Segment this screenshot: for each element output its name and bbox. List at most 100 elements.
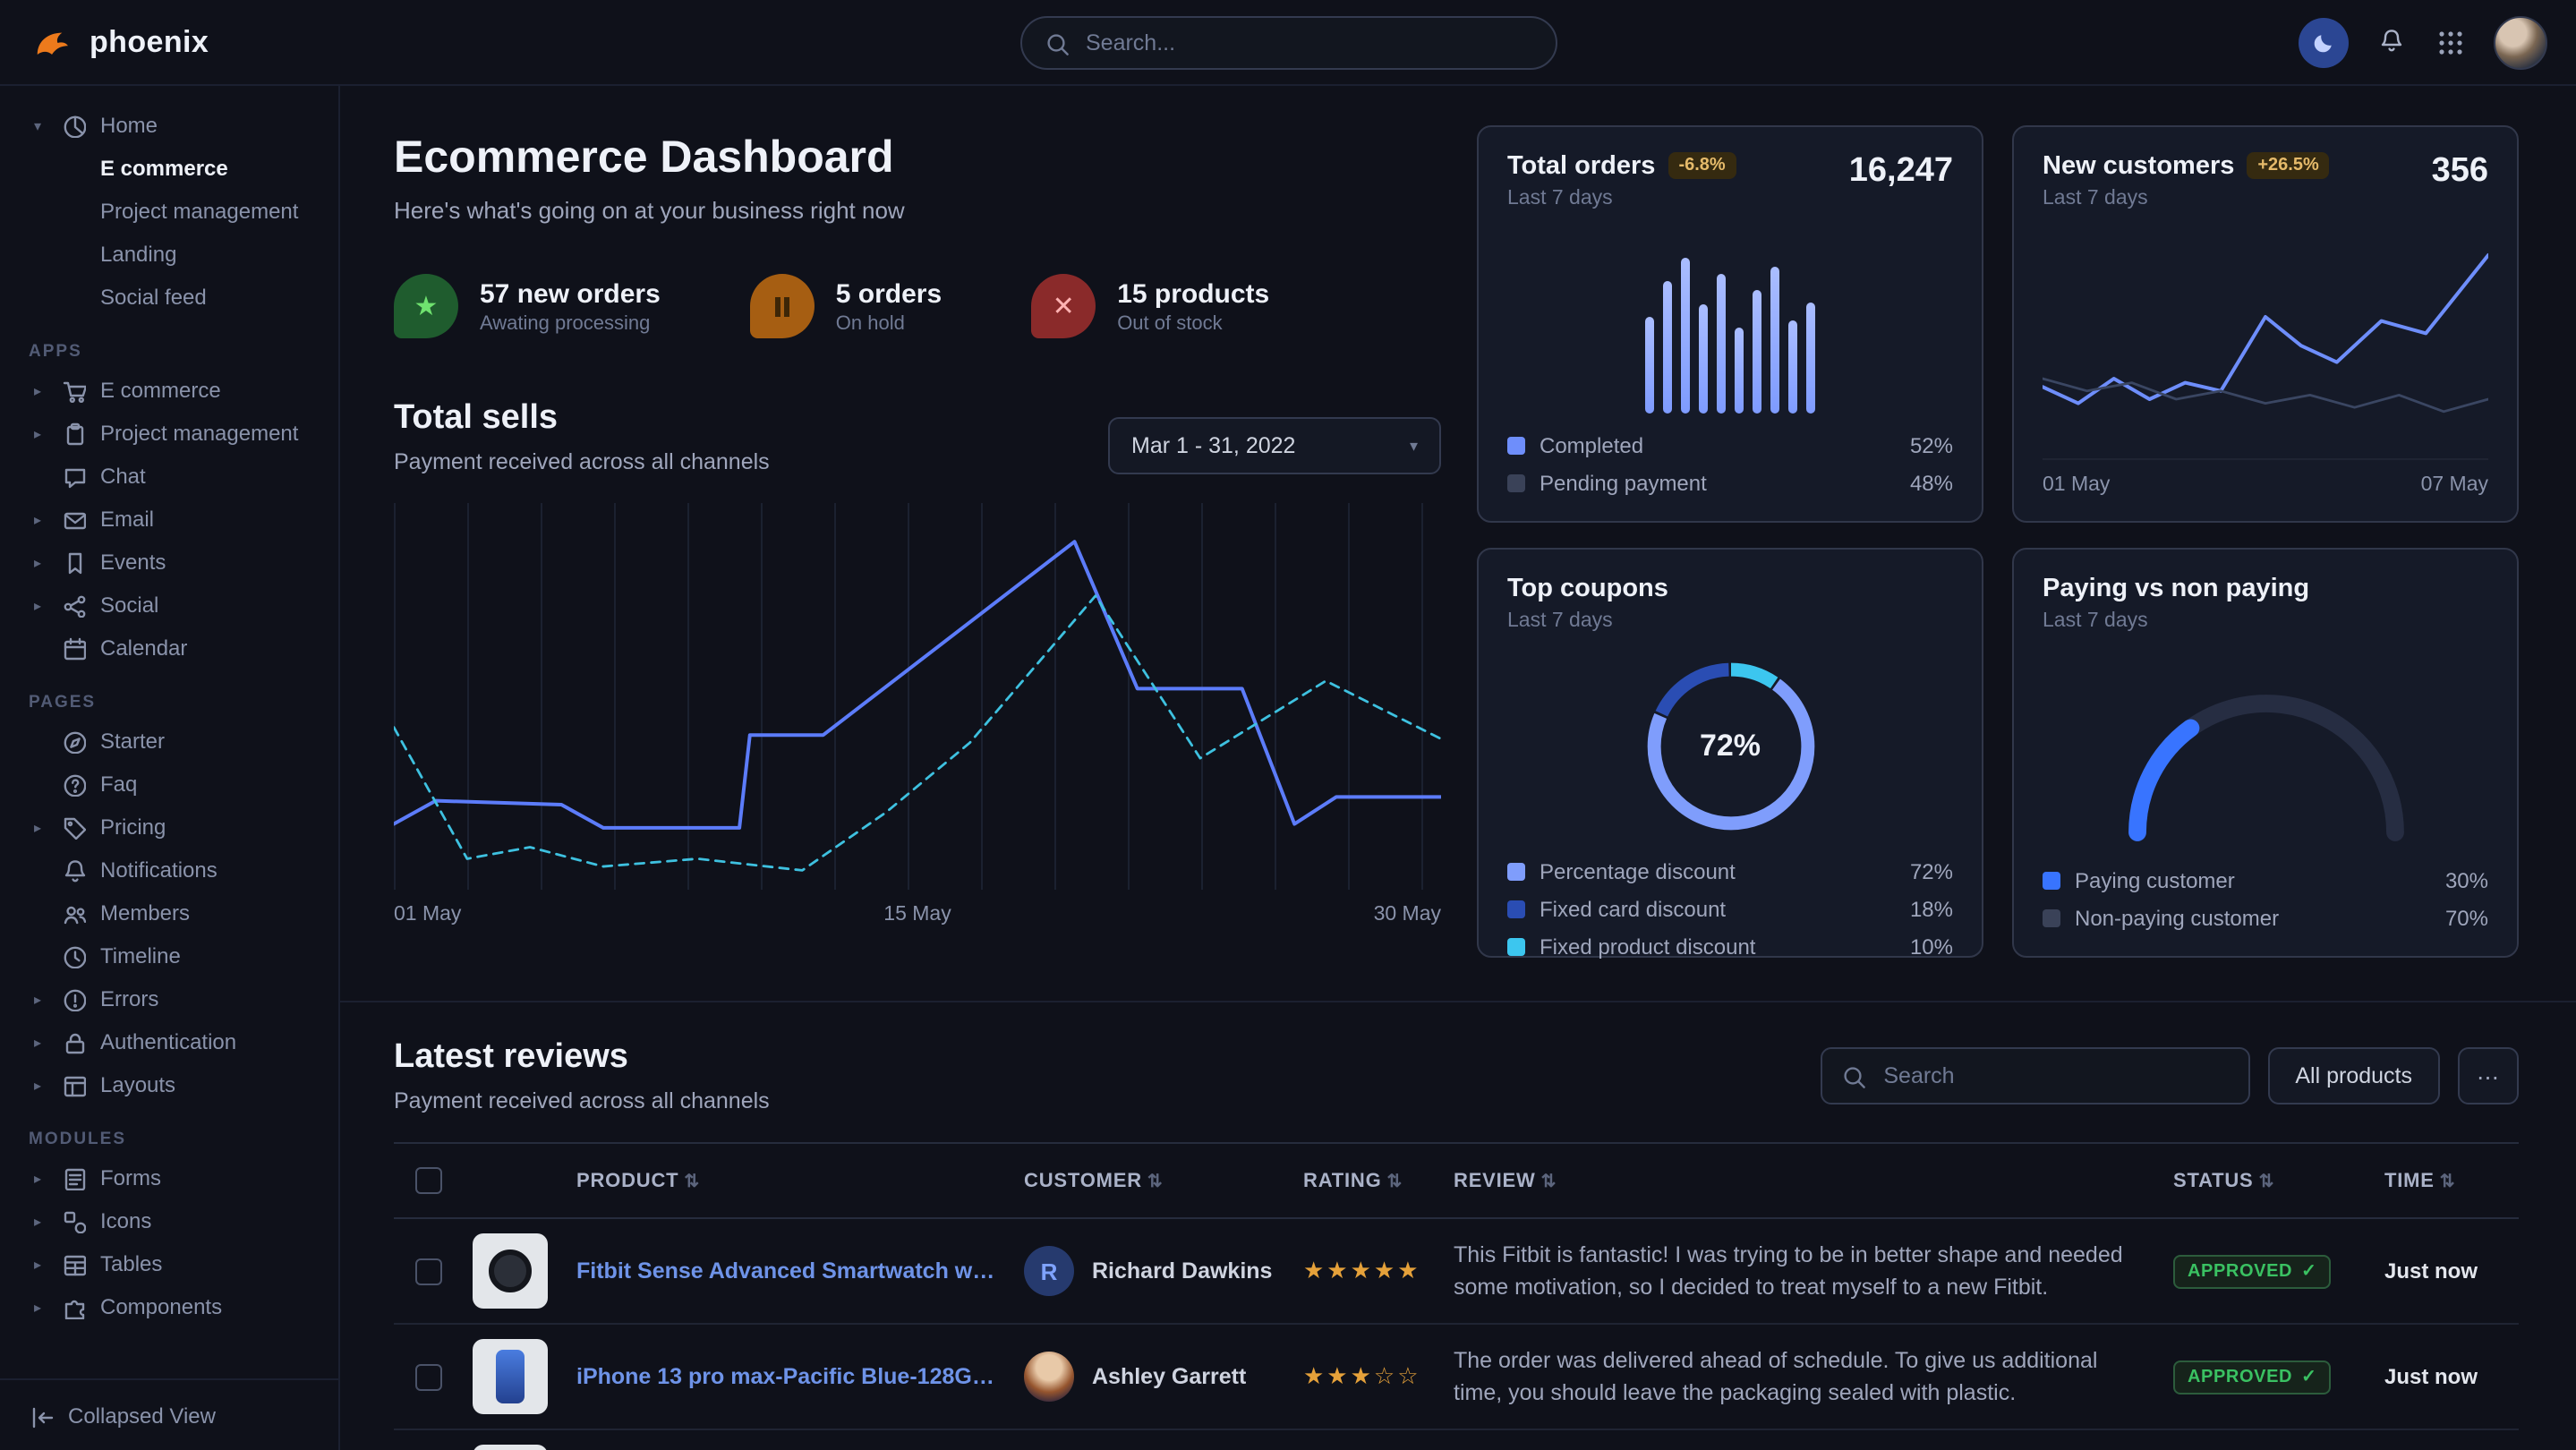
sidebar-item-chat[interactable]: Chat	[0, 455, 338, 498]
sidebar-item-notifications[interactable]: Notifications	[0, 849, 338, 891]
card-title: Top coupons	[1507, 575, 1668, 603]
main-content: Ecommerce Dashboard Here's what's going …	[340, 86, 2576, 1450]
sidebar-item-ecommerce-dashboard[interactable]: E commerce	[0, 147, 338, 190]
apps-grid-button[interactable]	[2436, 28, 2465, 56]
sidebar-item-social[interactable]: ▸ Social	[0, 584, 338, 627]
legend-item: Non-paying customer 70%	[2043, 906, 2488, 931]
card-title: New customers	[2043, 152, 2234, 181]
x-tick: 07 May	[2421, 474, 2488, 496]
column-header-status[interactable]: STATUS⇅	[2159, 1143, 2370, 1218]
sidebar-item-timeline[interactable]: Timeline	[0, 934, 338, 977]
check-icon: ✓	[2301, 1367, 2316, 1386]
more-options-button[interactable]: ⋯	[2457, 1047, 2519, 1105]
sidebar-item-ecommerce-app[interactable]: ▸ E commerce	[0, 369, 338, 412]
sidebar-item-label: Icons	[100, 1208, 151, 1233]
date-range-select[interactable]: Mar 1 - 31, 2022 ▾	[1108, 417, 1441, 474]
chevron-right-icon: ▸	[29, 425, 47, 441]
sidebar-item-label: Starter	[100, 729, 165, 754]
stat-caption: On hold	[836, 312, 942, 334]
sidebar-item-landing[interactable]: Landing	[0, 233, 338, 276]
chevron-down-icon: ▾	[1410, 436, 1418, 456]
sidebar-item-email[interactable]: ▸ Email	[0, 498, 338, 541]
column-header-review[interactable]: REVIEW⇅	[1439, 1143, 2159, 1218]
total-orders-bars	[1507, 209, 1953, 421]
review-text: The order was delivered ahead of schedul…	[1454, 1344, 2145, 1410]
product-image[interactable]	[473, 1445, 548, 1450]
card-period: Last 7 days	[2043, 610, 2488, 632]
top-navbar: phoenix	[0, 0, 2576, 86]
paying-gauge	[2104, 671, 2427, 849]
sidebar-item-events[interactable]: ▸ Events	[0, 541, 338, 584]
sidebar-item-tables[interactable]: ▸ Tables	[0, 1242, 338, 1285]
sidebar-item-authentication[interactable]: ▸ Authentication	[0, 1020, 338, 1063]
card-period: Last 7 days	[2043, 188, 2330, 209]
avatar: R	[1024, 1246, 1074, 1296]
sort-icon: ⇅	[1387, 1172, 1403, 1191]
product-image[interactable]	[473, 1339, 548, 1414]
sidebar-item-members[interactable]: Members	[0, 891, 338, 934]
pause-icon	[750, 274, 815, 338]
question-circle-icon	[61, 772, 86, 797]
mail-icon	[61, 507, 86, 532]
sidebar-item-label: Home	[100, 113, 158, 138]
column-header-customer[interactable]: CUSTOMER⇅	[1010, 1143, 1289, 1218]
sidebar-item-forms[interactable]: ▸ Forms	[0, 1156, 338, 1199]
sort-icon: ⇅	[2259, 1172, 2275, 1191]
row-checkbox[interactable]	[415, 1258, 442, 1284]
sidebar-item-components[interactable]: ▸ Components	[0, 1285, 338, 1328]
brand[interactable]: phoenix	[29, 19, 209, 65]
sidebar-item-label: Email	[100, 507, 154, 532]
select-all-checkbox[interactable]	[415, 1167, 442, 1194]
smartwatch-image	[489, 1250, 532, 1292]
sidebar-item-calendar[interactable]: Calendar	[0, 627, 338, 670]
stat-value: 15 products	[1117, 278, 1269, 309]
column-header-product[interactable]: PRODUCT⇅	[562, 1143, 1010, 1218]
quick-stats: ★ 57 new orders Awating processing 5 ord…	[394, 274, 1441, 338]
sidebar-item-project-management[interactable]: ▸ Project management	[0, 412, 338, 455]
legend-swatch	[1507, 437, 1525, 455]
all-products-button[interactable]: All products	[2268, 1047, 2439, 1105]
pie-chart-icon	[61, 113, 86, 138]
stat-value: 57 new orders	[480, 278, 661, 309]
sidebar-item-project-management-dashboard[interactable]: Project management	[0, 190, 338, 233]
user-avatar[interactable]	[2494, 15, 2547, 69]
page-title: Ecommerce Dashboard	[394, 132, 1441, 184]
sidebar-item-starter[interactable]: Starter	[0, 720, 338, 763]
stat-new-orders: ★ 57 new orders Awating processing	[394, 274, 661, 338]
notifications-button[interactable]	[2377, 27, 2408, 57]
product-link[interactable]: Fitbit Sense Advanced Smartwatch with To…	[576, 1258, 995, 1284]
column-header-time[interactable]: TIME⇅	[2370, 1143, 2519, 1218]
sidebar-item-layouts[interactable]: ▸ Layouts	[0, 1063, 338, 1106]
reviews-search[interactable]	[1821, 1047, 2250, 1105]
sidebar-item-social-feed[interactable]: Social feed	[0, 276, 338, 319]
card-period: Last 7 days	[1507, 610, 1953, 632]
column-header-rating[interactable]: RATING⇅	[1289, 1143, 1439, 1218]
moon-icon	[2311, 30, 2336, 55]
collapse-icon	[29, 1403, 54, 1428]
stat-caption: Out of stock	[1117, 312, 1269, 334]
section-label-apps: APPS	[29, 342, 338, 362]
sidebar-item-faq[interactable]: Faq	[0, 763, 338, 806]
sidebar-item-icons[interactable]: ▸ Icons	[0, 1199, 338, 1242]
chevron-right-icon: ▸	[29, 991, 47, 1007]
sidebar: ▾ Home E commerce Project management Lan…	[0, 86, 340, 1450]
global-search[interactable]	[1019, 15, 1557, 69]
theme-toggle-button[interactable]	[2299, 17, 2349, 67]
search-icon	[1043, 30, 1068, 55]
sidebar-item-home[interactable]: ▾ Home	[0, 104, 338, 147]
sidebar-item-label: Calendar	[100, 635, 187, 661]
search-icon	[1840, 1063, 1865, 1088]
row-checkbox[interactable]	[415, 1363, 442, 1390]
total-sells-subtitle: Payment received across all channels	[394, 449, 770, 474]
collapse-view-toggle[interactable]: Collapsed View	[0, 1378, 338, 1450]
sidebar-item-pricing[interactable]: ▸ Pricing	[0, 806, 338, 849]
stat-orders-on-hold: 5 orders On hold	[750, 274, 942, 338]
layout-icon	[61, 1072, 86, 1097]
product-link[interactable]: iPhone 13 pro max-Pacific Blue-128GB sto…	[576, 1364, 995, 1389]
x-tick: 15 May	[883, 904, 951, 925]
sidebar-item-errors[interactable]: ▸ Errors	[0, 977, 338, 1020]
global-search-input[interactable]	[1082, 28, 1533, 56]
reviews-search-input[interactable]	[1880, 1062, 2231, 1090]
product-image[interactable]	[473, 1233, 548, 1309]
legend-value: 52%	[1910, 433, 1953, 458]
